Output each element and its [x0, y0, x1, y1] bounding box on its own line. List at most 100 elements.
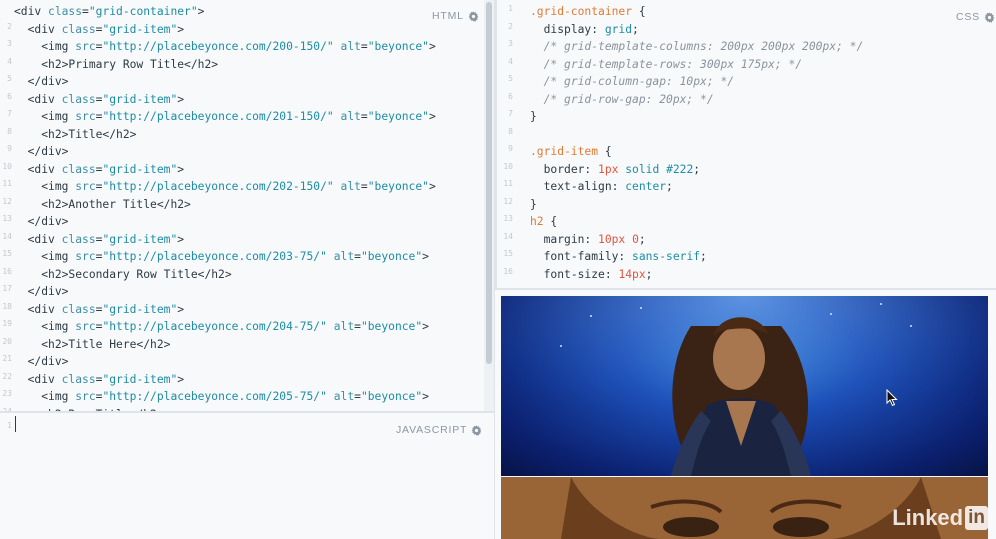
css-panel-label: CSS [956, 11, 995, 23]
code-line[interactable]: <h2>Another Title</h2> [14, 196, 436, 214]
grid-item-image-1 [501, 296, 988, 476]
code-line[interactable]: </div> [14, 213, 436, 231]
code-token: ; [700, 250, 707, 263]
code-line[interactable]: <img src = "http://placebeyonce.com/200-15… [14, 38, 436, 56]
line-number: 14 [2, 231, 12, 241]
code-line[interactable]: /* grid-column-gap: 10px; */ [530, 73, 863, 91]
code-token: = [354, 390, 361, 403]
code-line[interactable]: <img src = "http://placebeyonce.com/203-75… [14, 248, 436, 266]
code-line[interactable]: <div class="grid-container"> [14, 3, 436, 21]
line-number: 12 [2, 196, 12, 206]
line-number: 21 [2, 354, 12, 363]
code-token: 1px [598, 162, 619, 176]
code-token: ; [632, 22, 639, 36]
code-token: src [75, 390, 96, 403]
code-line[interactable]: <h2>Title</h2> [14, 126, 436, 144]
html-scrollbar[interactable] [484, 0, 494, 411]
code-line[interactable]: <img src = "http://placebeyonce.com/201-15… [14, 108, 436, 126]
css-code-area[interactable]: .grid-container { display: grid; /* grid… [530, 3, 863, 283]
linkedin-watermark: Linked in [892, 505, 988, 531]
line-number: 8 [7, 126, 12, 136]
code-token: src [75, 110, 96, 123]
code-token: src [75, 40, 96, 53]
code-line[interactable]: margin: 10px 0; [530, 231, 863, 249]
code-line[interactable]: <div class="grid-item"> [14, 301, 436, 319]
code-token: > [177, 372, 185, 386]
code-token: "beyonce" [360, 250, 423, 263]
code-token: alt [333, 250, 355, 263]
code-token: </div> [27, 355, 69, 368]
code-line[interactable]: </div> [14, 283, 436, 301]
line-number: 13 [503, 214, 513, 223]
code-line[interactable]: </div> [14, 353, 436, 371]
code-line[interactable]: } [530, 108, 863, 126]
code-token: "http://placebeyonce.com/203-75/" [102, 250, 327, 263]
line-number: 16 [503, 266, 513, 276]
code-line[interactable]: <img src = "http://placebeyonce.com/204-75… [14, 318, 436, 336]
code-line[interactable]: text-align: center; [530, 178, 863, 196]
code-token: > [177, 302, 185, 316]
code-token: "http://placebeyonce.com/201-150/" [102, 110, 334, 123]
code-line[interactable]: <div class="grid-item"> [14, 231, 436, 249]
line-number: 9 [7, 144, 12, 153]
code-token: src [75, 320, 96, 333]
gear-icon[interactable] [471, 424, 482, 436]
code-line[interactable]: .grid-item { [530, 143, 863, 161]
code-token: <div [27, 302, 62, 316]
code-line[interactable]: </div> [14, 143, 436, 161]
css-editor-panel[interactable]: 1 2 3 4 5 6 7 8 9 10 11 12 13 14 15 16 .grid-container … [497, 0, 996, 289]
code-token: <h2>Title</h2> [41, 127, 137, 141]
code-line[interactable]: /* grid-template-columns: 200px 200px 20… [530, 38, 864, 56]
result-preview-panel[interactable]: Linked in [495, 290, 996, 539]
gear-icon[interactable] [468, 10, 479, 22]
code-token: class [61, 232, 96, 246]
html-code-area[interactable]: <div class="grid-container"> <div class=… [14, 3, 436, 412]
code-line[interactable]: border: 1px solid #222; [530, 161, 863, 179]
line-number: 1 [508, 4, 513, 13]
code-line[interactable]: <div class="grid-item"> [14, 91, 436, 109]
code-token: text-align: [543, 180, 626, 193]
code-token: <h2>Title Here</h2> [41, 337, 171, 351]
line-number: 6 [7, 91, 12, 101]
code-token: > [177, 22, 185, 36]
code-line[interactable]: h2 { [530, 213, 863, 231]
html-panel-label: HTML [432, 10, 479, 22]
javascript-editor-panel[interactable]: 1 JAVASCRIPT [0, 413, 494, 539]
code-token: <div [27, 92, 62, 106]
code-token: /* grid-template-columns: 200px 200px 20… [543, 40, 864, 53]
code-line[interactable]: .grid-container { [530, 3, 863, 21]
code-line[interactable]: display: grid; [530, 21, 863, 39]
code-token: </div> [27, 75, 69, 88]
performer-photo [501, 296, 988, 476]
code-token: <div [27, 22, 62, 36]
js-line-gutter: 1 [0, 417, 14, 435]
code-token: solid [625, 162, 660, 176]
line-number: 6 [508, 91, 513, 101]
code-token: "grid-item" [102, 372, 178, 386]
code-token: </div> [27, 285, 69, 298]
html-scrollbar-thumb[interactable] [486, 2, 492, 364]
code-line[interactable]: <img src = "http://placebeyonce.com/205-75… [14, 388, 436, 406]
line-number: 12 [503, 196, 513, 206]
code-line[interactable]: <h2>Title Here</h2> [14, 336, 436, 354]
code-line[interactable]: <div class="grid-item"> [14, 371, 436, 389]
code-line[interactable]: /* grid-row-gap: 20px; */ [530, 91, 863, 109]
code-line[interactable]: /* grid-template-rows: 300px 175px; */ [530, 56, 863, 74]
code-token: class [61, 302, 96, 316]
code-line[interactable]: <h2>Primary Row Title</h2> [14, 56, 436, 74]
code-token: </div> [27, 145, 69, 158]
code-token: "grid-item" [102, 162, 178, 176]
gear-icon[interactable] [984, 11, 995, 23]
line-number: 2 [508, 21, 513, 31]
code-line[interactable]: </div> [14, 73, 436, 91]
code-line[interactable]: <img src = "http://placebeyonce.com/202-15… [14, 178, 436, 196]
code-line[interactable]: <h2>Secondary Row Title</h2> [14, 266, 436, 284]
html-editor-panel[interactable]: 2 3 4 5 6 7 8 9 10 11 12 13 14 15 16 17 18 19 20 21 22 23 24 <… [0, 0, 484, 412]
code-line[interactable]: font-family: sans-serif; [530, 248, 863, 266]
code-line[interactable]: font-size: 14px; [530, 266, 863, 284]
code-line[interactable]: <div class="grid-item"> [14, 161, 436, 179]
code-line[interactable]: <div class="grid-item"> [14, 21, 436, 39]
code-line[interactable]: } [530, 196, 863, 214]
code-line[interactable] [530, 126, 863, 144]
